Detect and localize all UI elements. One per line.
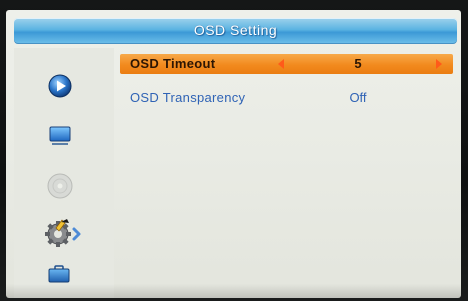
tv-monitor-icon[interactable] [49,125,71,147]
screen-shadow [6,284,461,298]
title-bar: OSD Setting [14,18,457,44]
disc-icon[interactable] [46,172,74,200]
menu-item-osd-transparency[interactable]: OSD Transparency Off [120,88,453,108]
sidebar [14,48,114,298]
toolbox-icon[interactable] [48,263,70,285]
osd-timeout-label: OSD Timeout [130,56,216,71]
tv-bezel: OSD Setting OSD Timeout 5 OSD Transparen… [0,0,468,301]
page-title: OSD Setting [193,22,278,38]
menu-item-osd-timeout[interactable]: OSD Timeout 5 [120,54,453,74]
settings-gear-icon[interactable] [42,216,82,252]
osd-transparency-label: OSD Transparency [130,90,246,105]
osd-screen: OSD Setting OSD Timeout 5 OSD Transparen… [6,10,461,298]
chevron-left-icon[interactable] [278,59,284,69]
play-circle-icon[interactable] [48,74,72,98]
chevron-right-icon[interactable] [436,59,442,69]
osd-transparency-value[interactable]: Off [338,90,378,105]
osd-timeout-value[interactable]: 5 [338,56,378,71]
